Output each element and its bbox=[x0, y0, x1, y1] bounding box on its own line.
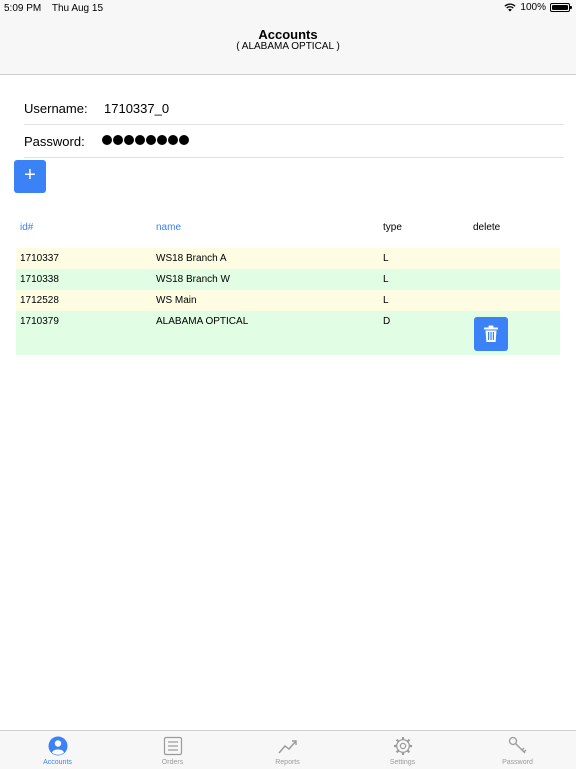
password-dot bbox=[113, 135, 123, 145]
table-row[interactable]: 1710338 WS18 Branch W L bbox=[16, 269, 560, 290]
battery-percent: 100% bbox=[520, 2, 546, 13]
delete-button[interactable] bbox=[474, 317, 508, 351]
tab-label: Settings bbox=[389, 759, 416, 766]
password-row: Password: bbox=[24, 124, 564, 158]
status-time: 5:09 PM bbox=[4, 3, 42, 14]
username-field[interactable]: 1710337_0 bbox=[104, 101, 169, 116]
page-subtitle: ( ALABAMA OPTICAL ) bbox=[236, 41, 340, 52]
header-id[interactable]: id# bbox=[20, 222, 33, 233]
cell-id: 1710338 bbox=[20, 274, 59, 285]
cell-type: L bbox=[383, 253, 389, 264]
password-dot bbox=[146, 135, 156, 145]
tab-label: Orders bbox=[161, 759, 184, 766]
tab-accounts[interactable]: Accounts bbox=[0, 731, 115, 769]
username-row: Username: 1710337_0 bbox=[24, 91, 564, 125]
cell-type: L bbox=[383, 274, 389, 285]
trash-icon bbox=[484, 325, 498, 342]
tab-label: Accounts bbox=[43, 759, 72, 766]
password-dot bbox=[124, 135, 134, 145]
cell-name: WS18 Branch W bbox=[156, 274, 230, 285]
nav-bar: Accounts ( ALABAMA OPTICAL ) bbox=[0, 18, 576, 75]
tab-orders[interactable]: Orders bbox=[115, 731, 230, 769]
table-header: id# name type delete bbox=[0, 222, 576, 236]
cell-id: 1710379 bbox=[20, 316, 59, 327]
cell-id: 1712528 bbox=[20, 295, 59, 306]
status-date: Thu Aug 15 bbox=[51, 3, 104, 14]
password-dot bbox=[157, 135, 167, 145]
cell-name: WS Main bbox=[156, 295, 197, 306]
tab-password[interactable]: Password bbox=[460, 731, 575, 769]
page-title: Accounts bbox=[258, 27, 318, 42]
password-dot bbox=[102, 135, 112, 145]
cell-name: WS18 Branch A bbox=[156, 253, 227, 264]
tab-settings[interactable]: Settings bbox=[345, 731, 460, 769]
table-row[interactable]: 1710379 ALABAMA OPTICAL D bbox=[16, 311, 560, 355]
cell-type: D bbox=[383, 316, 391, 327]
cell-name: ALABAMA OPTICAL bbox=[156, 316, 249, 327]
cell-type: L bbox=[383, 295, 389, 306]
header-type: type bbox=[383, 222, 402, 233]
password-label: Password: bbox=[24, 134, 85, 149]
wifi-icon bbox=[504, 3, 516, 12]
password-dot bbox=[135, 135, 145, 145]
gear-icon bbox=[394, 737, 412, 755]
tab-label: Password bbox=[502, 759, 533, 766]
list-icon bbox=[163, 736, 183, 756]
header-name[interactable]: name bbox=[156, 222, 181, 233]
key-icon bbox=[508, 736, 527, 754]
add-account-button[interactable]: + bbox=[14, 160, 46, 193]
person-circle-icon bbox=[48, 736, 68, 756]
password-dot bbox=[168, 135, 178, 145]
tab-reports[interactable]: Reports bbox=[230, 731, 345, 769]
chart-trend-icon bbox=[278, 740, 297, 754]
header-delete: delete bbox=[473, 222, 501, 233]
password-field[interactable] bbox=[102, 135, 189, 145]
tab-bar: Accounts Orders Reports Settings Passwor… bbox=[0, 730, 576, 769]
username-label: Username: bbox=[24, 101, 88, 116]
password-dot bbox=[179, 135, 189, 145]
table-row[interactable]: 1710337 WS18 Branch A L bbox=[16, 248, 560, 269]
table-row[interactable]: 1712528 WS Main L bbox=[16, 290, 560, 311]
cell-id: 1710337 bbox=[20, 253, 59, 264]
status-bar: 5:09 PM Thu Aug 15 100% bbox=[0, 0, 576, 18]
battery-icon bbox=[550, 3, 572, 12]
tab-label: Reports bbox=[275, 759, 300, 766]
